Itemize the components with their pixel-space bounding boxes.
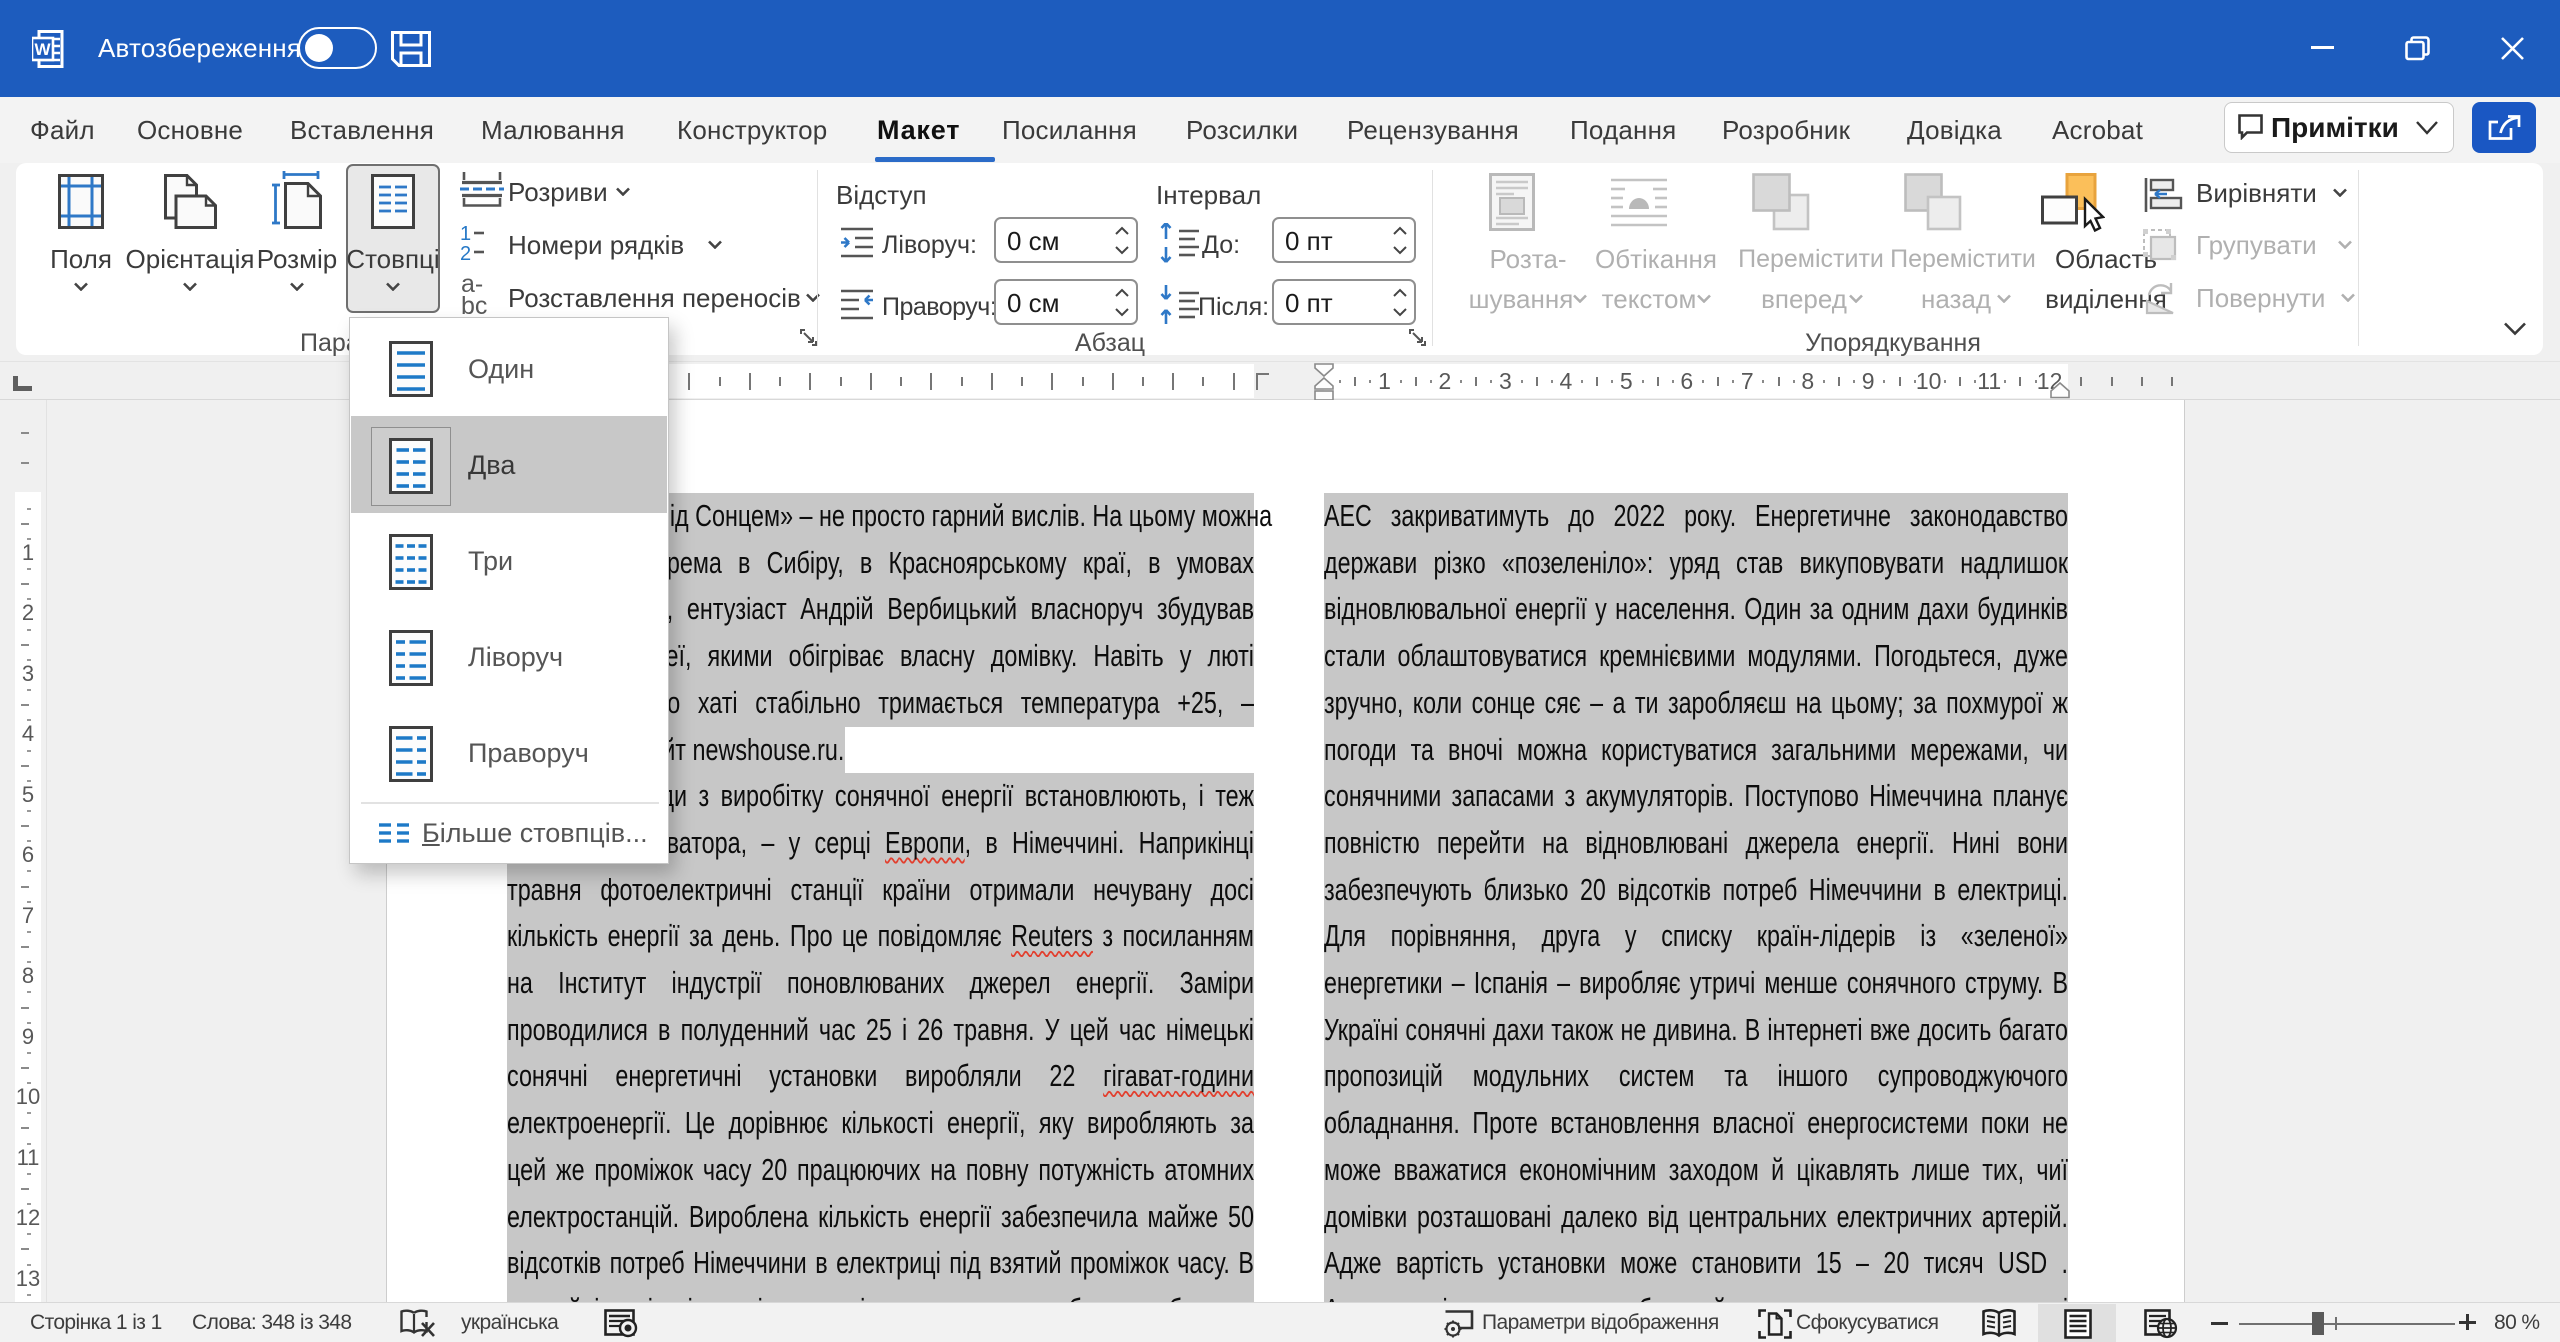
svg-text:bc: bc bbox=[461, 292, 487, 315]
svg-text:W: W bbox=[34, 40, 51, 59]
svg-text:1: 1 bbox=[460, 225, 471, 245]
svg-text:2: 2 bbox=[460, 243, 471, 261]
